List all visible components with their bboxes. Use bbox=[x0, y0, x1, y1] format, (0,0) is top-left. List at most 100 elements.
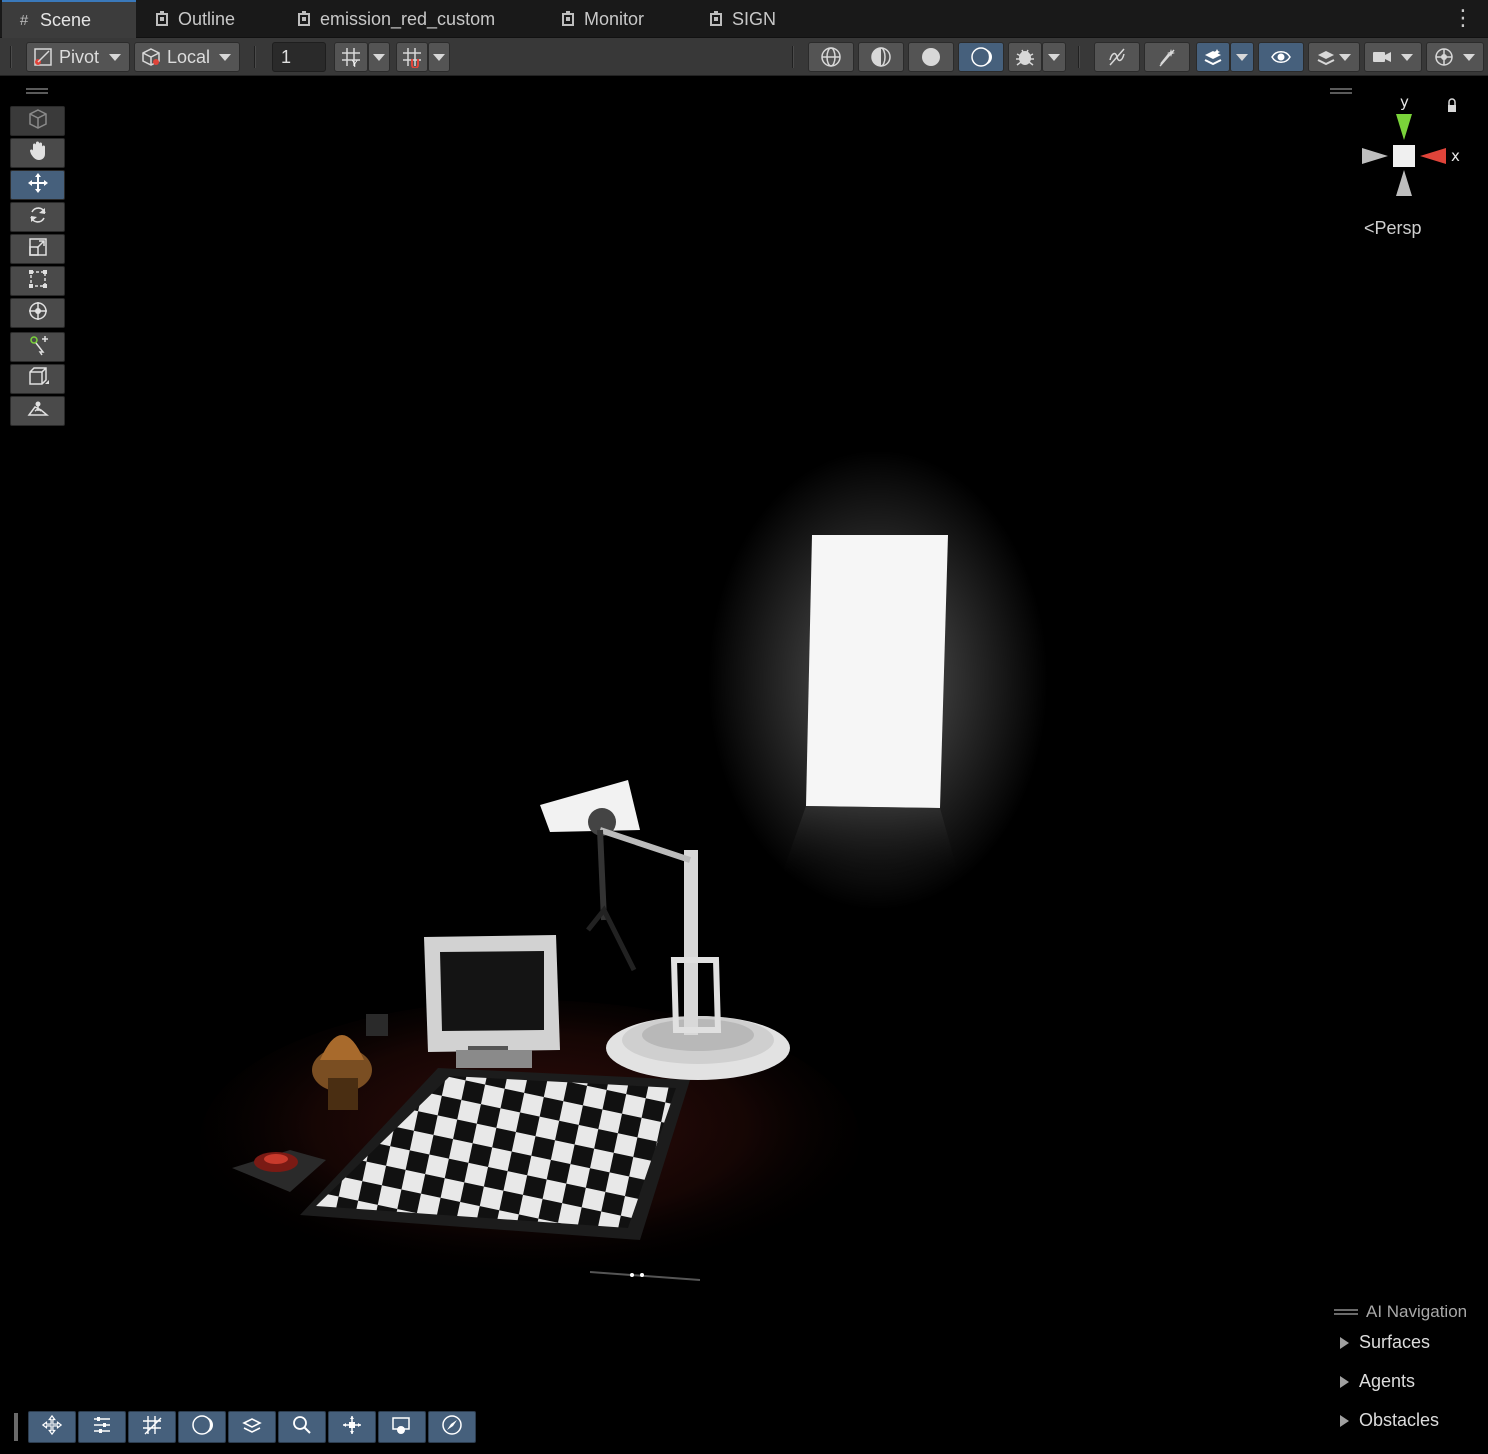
window-tab-bar: # Scene Outline emission_red_custom Moni… bbox=[0, 0, 1488, 38]
gizmo-x-label: x bbox=[1451, 147, 1460, 165]
tab-sign-label: SIGN bbox=[732, 8, 777, 29]
scene-visibility-button[interactable] bbox=[1258, 42, 1304, 72]
gizmo-x-axis[interactable] bbox=[1420, 148, 1446, 164]
ai-nav-item-agents[interactable]: Agents bbox=[1340, 1371, 1415, 1392]
game-object-icon bbox=[708, 11, 724, 27]
chevron-down-icon bbox=[1401, 53, 1413, 61]
probuilder-tool[interactable] bbox=[10, 364, 65, 394]
grid-settings-button[interactable] bbox=[128, 1411, 176, 1443]
gizmo-neg-y-axis[interactable] bbox=[1396, 170, 1412, 196]
overlay-grip[interactable] bbox=[1334, 1309, 1358, 1315]
scene-viewport[interactable] bbox=[0, 77, 1488, 1454]
tab-outline[interactable]: Outline bbox=[140, 0, 249, 38]
lock-icon[interactable] bbox=[1448, 105, 1456, 112]
layers-dropdown[interactable] bbox=[1308, 42, 1360, 72]
snap-center-icon bbox=[341, 1414, 363, 1441]
navmesh-agent-icon bbox=[27, 398, 49, 425]
grid-visibility-button[interactable]: Y bbox=[334, 42, 368, 72]
scene-toolbar: Pivot Local 1 Y bbox=[0, 38, 1488, 76]
camera-overlay-button[interactable] bbox=[378, 1411, 426, 1443]
expand-triangle-icon bbox=[1340, 1375, 1349, 1388]
navigation-overlay-button[interactable] bbox=[428, 1411, 476, 1443]
ai-navigation-header[interactable]: AI Navigation bbox=[1334, 1302, 1484, 1322]
local-dropdown[interactable]: Local bbox=[134, 42, 240, 72]
rect-tool[interactable] bbox=[10, 266, 65, 296]
lighting-toggle-button[interactable] bbox=[958, 42, 1004, 72]
grid-snapping-button[interactable] bbox=[396, 42, 428, 72]
transform-tool[interactable] bbox=[10, 298, 65, 328]
skybox-fog-toggle-button[interactable] bbox=[1196, 42, 1230, 72]
orientation-gizmo[interactable]: y x bbox=[1356, 92, 1466, 202]
ai-nav-item-obstacles[interactable]: Obstacles bbox=[1340, 1410, 1439, 1431]
grid-snap-field[interactable]: 1 bbox=[272, 42, 326, 72]
tab-monitor[interactable]: Monitor bbox=[546, 0, 658, 38]
audio-muted-icon bbox=[1106, 46, 1128, 68]
scale-tool[interactable] bbox=[10, 234, 65, 264]
camera-preview-icon bbox=[391, 1414, 413, 1441]
more-options-icon[interactable]: ⋮ bbox=[1452, 6, 1474, 30]
draw-mode-wireframe-button[interactable] bbox=[808, 42, 854, 72]
compass-icon bbox=[441, 1414, 463, 1441]
view-cube-tool[interactable] bbox=[10, 106, 65, 136]
tab-scene-label: Scene bbox=[40, 9, 92, 30]
cube-icon bbox=[27, 108, 49, 135]
transform-all-icon bbox=[27, 300, 49, 327]
expand-triangle-icon bbox=[1340, 1336, 1349, 1349]
grid-snap-value: 1 bbox=[281, 46, 292, 67]
gizmo-y-axis[interactable] bbox=[1396, 114, 1412, 140]
box-edit-icon bbox=[27, 366, 49, 393]
search-icon bbox=[291, 1414, 313, 1441]
scale-icon bbox=[27, 236, 49, 263]
debug-draw-dropdown[interactable] bbox=[1042, 42, 1066, 72]
grid-snapping-settings-button[interactable] bbox=[78, 1411, 126, 1443]
grid-visibility-dropdown[interactable] bbox=[368, 42, 390, 72]
grid-snapping-dropdown[interactable] bbox=[428, 42, 450, 72]
lighting-moon-icon bbox=[191, 1414, 213, 1441]
toolbar-separator bbox=[1078, 46, 1080, 68]
crt-monitor bbox=[424, 935, 560, 1068]
tools-overlay-grip[interactable] bbox=[26, 88, 48, 94]
chevron-down-icon bbox=[373, 53, 385, 61]
ai-nav-surfaces-label: Surfaces bbox=[1359, 1332, 1431, 1352]
hand-tool[interactable] bbox=[10, 138, 65, 168]
lighting-overlay-button[interactable] bbox=[178, 1411, 226, 1443]
camera-settings-dropdown[interactable] bbox=[1364, 42, 1422, 72]
rotate-tool[interactable] bbox=[10, 202, 65, 232]
bottom-toolbar-grip[interactable] bbox=[14, 1413, 18, 1441]
wireframe-sphere-icon bbox=[820, 46, 842, 68]
move-tool[interactable] bbox=[10, 170, 65, 200]
gizmo-center-cube[interactable] bbox=[1393, 145, 1415, 167]
tab-emission-red-custom[interactable]: emission_red_custom bbox=[282, 0, 509, 38]
layers-icon bbox=[241, 1414, 263, 1441]
pivot-overlay-button[interactable] bbox=[328, 1411, 376, 1443]
tool-settings-button[interactable] bbox=[28, 1411, 76, 1443]
navmesh-tool[interactable] bbox=[10, 396, 65, 426]
pivot-icon bbox=[33, 47, 53, 67]
gizmos-dropdown[interactable] bbox=[1426, 42, 1484, 72]
draw-mode-shaded-wireframe-button[interactable] bbox=[858, 42, 904, 72]
tab-emission-label: emission_red_custom bbox=[320, 8, 496, 29]
debug-draw-mode-button[interactable] bbox=[1008, 42, 1042, 72]
draw-mode-shaded-button[interactable] bbox=[908, 42, 954, 72]
pivot-dropdown[interactable]: Pivot bbox=[26, 42, 130, 72]
audio-toggle-button[interactable] bbox=[1094, 42, 1140, 72]
scene-render bbox=[200, 450, 1048, 1281]
add-component-icon bbox=[27, 334, 49, 361]
local-label: Local bbox=[167, 46, 211, 67]
grid-snap-magnet-icon bbox=[401, 46, 423, 68]
custom-tool[interactable] bbox=[10, 332, 65, 362]
effects-toggle-button[interactable] bbox=[1144, 42, 1190, 72]
toolbar-separator bbox=[792, 46, 794, 68]
gizmo-overlay-grip[interactable] bbox=[1330, 88, 1352, 94]
projection-toggle[interactable]: <Persp bbox=[1364, 218, 1422, 239]
projection-label: Persp bbox=[1374, 218, 1422, 238]
ai-nav-item-surfaces[interactable]: Surfaces bbox=[1340, 1332, 1430, 1353]
effects-dropdown[interactable] bbox=[1230, 42, 1254, 72]
search-overlay-button[interactable] bbox=[278, 1411, 326, 1443]
layers-icon bbox=[1315, 46, 1337, 68]
layers-overlay-button[interactable] bbox=[228, 1411, 276, 1443]
gizmo-neg-x-axis[interactable] bbox=[1362, 148, 1388, 164]
tab-sign[interactable]: SIGN bbox=[694, 0, 790, 38]
bottom-overlay-toolbar bbox=[14, 1410, 478, 1444]
tab-scene[interactable]: # Scene bbox=[2, 0, 136, 38]
